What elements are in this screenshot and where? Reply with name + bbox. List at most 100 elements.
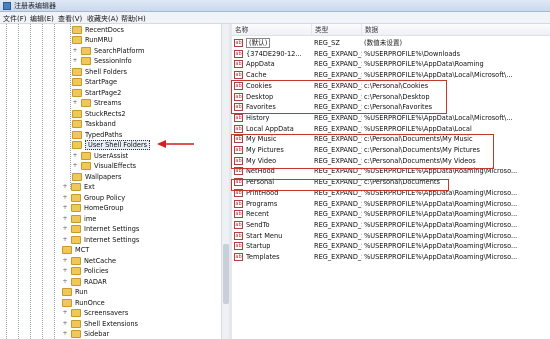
menu-view[interactable]: 查看(V): [58, 14, 82, 24]
expand-icon[interactable]: +: [72, 163, 78, 169]
string-value-icon: ab: [234, 220, 243, 229]
tree-item[interactable]: + Streams: [72, 98, 121, 109]
tree-item[interactable]: + RADAR: [62, 276, 107, 287]
tree-scrollbar[interactable]: [221, 24, 229, 339]
expand-icon[interactable]: +: [72, 58, 78, 64]
tree-item[interactable]: TypedPaths: [72, 129, 122, 140]
string-value-icon: ab: [234, 49, 243, 58]
value-row[interactable]: abStartupREG_EXPAND_SZ%USERPROFILE%\AppD…: [232, 241, 550, 252]
value-row[interactable]: abStart MenuREG_EXPAND_SZ%USERPROFILE%\A…: [232, 231, 550, 242]
tree-item[interactable]: StartPage2: [72, 87, 121, 98]
value-row[interactable]: ab{374DE290-12...REG_EXPAND_SZ%USERPROFI…: [232, 49, 550, 60]
tree-item-label: ime: [84, 214, 97, 223]
tree-item[interactable]: + Screensavers: [62, 308, 128, 319]
window-title: 注册表编辑器: [14, 2, 56, 10]
folder-icon: [72, 172, 82, 181]
tree-item[interactable]: Shell Folders: [72, 66, 127, 77]
value-name: Start Menu: [246, 231, 283, 240]
tree-item[interactable]: StuckRects2: [72, 108, 126, 119]
tree-item[interactable]: + Shell Extensions: [62, 318, 138, 329]
value-data: %USERPROFILE%\AppData\Roaming\Microso...: [364, 210, 518, 219]
folder-icon: [71, 277, 81, 286]
folder-icon: [71, 225, 81, 233]
value-row[interactable]: ab (默认) REG_SZ (数值未设置): [232, 38, 550, 49]
value-row[interactable]: abSendToREG_EXPAND_SZ%USERPROFILE%\AppDa…: [232, 220, 550, 231]
expand-icon[interactable]: +: [62, 184, 68, 190]
tree-item-label: User Shell Folders: [85, 140, 151, 150]
expand-icon[interactable]: +: [62, 226, 68, 232]
tree-item[interactable]: + Sidebar: [62, 329, 109, 339]
expand-icon[interactable]: +: [62, 205, 68, 211]
value-data: %USERPROFILE%\Downloads: [364, 49, 461, 58]
expand-icon[interactable]: +: [62, 278, 68, 285]
menu-edit[interactable]: 编辑(E): [30, 14, 54, 24]
tree-item[interactable]: + NetCache: [62, 255, 116, 266]
expand-icon[interactable]: +: [62, 320, 68, 327]
tree-item[interactable]: RunMRU: [72, 35, 113, 46]
tree-item[interactable]: + SearchPlatform: [72, 45, 144, 56]
column-header-name[interactable]: 名称: [232, 24, 312, 36]
tree-item[interactable]: + SessionInfo: [72, 56, 132, 67]
value-name-cell: ab Programs: [234, 199, 312, 210]
tree-item[interactable]: + HomeGroup: [62, 203, 124, 214]
value-data: %USERPROFILE%\AppData\Roaming\Microso...: [364, 253, 518, 261]
string-value-icon: ab: [234, 242, 243, 251]
menu-file[interactable]: 文件(F): [3, 14, 27, 24]
tree-item-label: UserAssist: [94, 151, 129, 160]
tree-item[interactable]: + Ext: [62, 182, 95, 193]
value-name: AppData: [246, 60, 275, 69]
string-value-icon: ab: [234, 71, 243, 80]
folder-icon: [71, 330, 81, 338]
tree-item[interactable]: StartPage: [72, 77, 117, 88]
tree-item[interactable]: RecentDocs: [72, 24, 124, 35]
tree-item[interactable]: Taskband: [72, 119, 116, 130]
folder-icon: [71, 193, 81, 202]
tree-item[interactable]: + ime: [62, 213, 96, 224]
value-row[interactable]: abAppDataREG_EXPAND_SZ%USERPROFILE%\AppD…: [232, 59, 550, 70]
expand-icon[interactable]: +: [72, 100, 78, 106]
regedit-app-icon: [3, 2, 11, 10]
tree-item[interactable]: MCT: [62, 245, 89, 256]
value-type: REG_EXPAND_SZ: [314, 113, 362, 122]
folder-icon: [72, 109, 82, 118]
title-bar: 注册表编辑器: [0, 0, 550, 12]
value-data: %USERPROFILE%\AppData\Local: [364, 124, 472, 133]
tree-item[interactable]: + Group Policy: [62, 192, 125, 203]
tree-item[interactable]: + Internet Settings: [62, 224, 139, 235]
value-row[interactable]: abRecentREG_EXPAND_SZ%USERPROFILE%\AppDa…: [232, 209, 550, 220]
tree-item[interactable]: + Internet Settings: [62, 234, 139, 245]
registry-key-tree[interactable]: RecentDocs RunMRU + SearchPlatform + SessionI…: [0, 24, 220, 339]
tree-item-label: RecentDocs: [85, 25, 124, 34]
value-row[interactable]: abTemplatesREG_EXPAND_SZ%USERPROFILE%\Ap…: [232, 252, 550, 263]
expand-icon[interactable]: +: [62, 331, 68, 337]
expand-icon[interactable]: +: [62, 268, 68, 274]
expand-icon[interactable]: +: [72, 152, 78, 159]
tree-item[interactable]: User Shell Folders: [72, 140, 151, 151]
tree-item-label: Shell Extensions: [84, 319, 138, 328]
tree-item[interactable]: Run: [62, 287, 88, 298]
value-row[interactable]: abProgramsREG_EXPAND_SZ%USERPROFILE%\App…: [232, 199, 550, 210]
tree-item[interactable]: + UserAssist: [72, 150, 128, 161]
tree-item[interactable]: Wallpapers: [72, 171, 121, 182]
folder-icon: [72, 130, 82, 139]
expand-icon[interactable]: +: [62, 236, 68, 243]
value-row[interactable]: abLocal AppDataREG_EXPAND_SZ%USERPROFILE…: [232, 124, 550, 135]
tree-item-label: Internet Settings: [84, 235, 140, 244]
expand-icon[interactable]: +: [62, 215, 68, 222]
expand-icon[interactable]: +: [62, 310, 68, 316]
expand-icon[interactable]: +: [62, 257, 68, 264]
menu-help[interactable]: 帮助(H): [121, 14, 146, 24]
string-value-icon: ab: [234, 253, 243, 261]
tree-item[interactable]: + VisualEffects: [72, 161, 136, 172]
menu-favorites[interactable]: 收藏夹(A): [87, 14, 118, 24]
column-header-type[interactable]: 类型: [312, 24, 362, 36]
expand-icon[interactable]: +: [62, 194, 68, 201]
expand-icon[interactable]: +: [72, 47, 78, 54]
value-data: %USERPROFILE%\AppData\Roaming\Microso...: [364, 220, 518, 229]
tree-item[interactable]: RunOnce: [62, 297, 105, 308]
tree-item[interactable]: + Policies: [62, 266, 108, 277]
value-row[interactable]: abHistoryREG_EXPAND_SZ%USERPROFILE%\AppD…: [232, 113, 550, 124]
value-name-cell: ab Start Menu: [234, 231, 312, 242]
folder-icon: [62, 298, 72, 307]
column-header-data[interactable]: 数据: [362, 24, 550, 36]
